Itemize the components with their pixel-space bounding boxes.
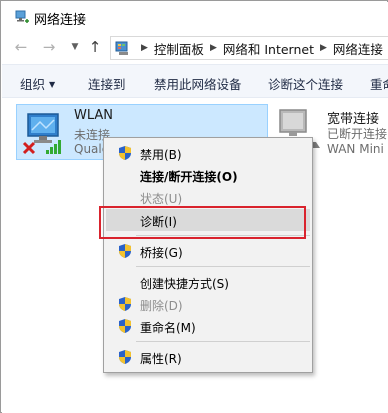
connection-name-wlan: WLAN (74, 108, 114, 123)
address-bar[interactable]: ▶ 控制面板 ▶ 网络和 Internet ▶ 网络连接 (110, 36, 388, 60)
menu-item-label: 状态(U) (140, 192, 183, 206)
menu-item-label: 禁用(B) (140, 148, 182, 162)
uac-shield-icon (119, 146, 131, 160)
organize-button[interactable]: 组织 ▼ (20, 74, 55, 93)
breadcrumb-chevron-icon: ▶ (319, 43, 327, 53)
address-row: ← → ▼ ↑ ▶ 控制面板 ▶ 网络和 Internet ▶ 网络连接 (2, 32, 388, 64)
menu-separator (136, 235, 310, 236)
menu-item-label: 删除(D) (140, 299, 183, 313)
connection-status-broadband: 已断开连接 (327, 127, 388, 141)
rename-button[interactable]: 重命 (370, 74, 388, 93)
menu-item-label: 桥接(G) (140, 246, 183, 260)
window-title: 网络连接 (34, 13, 87, 28)
uac-shield-icon (119, 244, 131, 258)
breadcrumb-network-connections[interactable]: 网络连接 (333, 39, 383, 58)
context-menu: 禁用(B) 连接/断开连接(O) 状态(U) 诊断(I) 桥接(G) 创建快捷方… (103, 137, 313, 373)
menu-item-label: 属性(R) (140, 352, 182, 366)
menu-item-create-shortcut[interactable]: 创建快捷方式(S) (106, 271, 310, 293)
breadcrumb-network-internet[interactable]: 网络和 Internet (223, 39, 314, 58)
back-arrow-icon[interactable]: ← (12, 38, 30, 56)
control-panel-icon (115, 41, 128, 55)
menu-item-delete: 删除(D) (106, 293, 310, 315)
title-bar: 网络连接 (2, 2, 388, 32)
menu-item-connect-disconnect[interactable]: 连接/断开连接(O) (106, 164, 310, 186)
recent-locations-chevron-icon[interactable]: ▼ (66, 38, 84, 56)
menu-item-disable[interactable]: 禁用(B) (106, 142, 310, 164)
menu-item-label: 创建快捷方式(S) (140, 277, 229, 291)
menu-item-status: 状态(U) (106, 186, 310, 208)
menu-item-label: 诊断(I) (140, 215, 177, 229)
menu-item-label: 连接/断开连接(O) (140, 170, 238, 184)
breadcrumb-chevron-icon: ▶ (141, 43, 148, 53)
menu-item-label: 重命名(M) (140, 321, 196, 335)
breadcrumb-control-panel[interactable]: 控制面板 (154, 39, 204, 58)
menu-separator (136, 266, 310, 267)
menu-item-diagnose[interactable]: 诊断(I) (106, 209, 310, 231)
menu-separator (136, 341, 310, 342)
uac-shield-icon (119, 319, 131, 333)
network-connections-icon (15, 10, 29, 23)
up-arrow-icon[interactable]: ↑ (86, 38, 104, 56)
explorer-window: 网络连接 ← → ▼ ↑ ▶ 控制面板 ▶ 网络和 Internet ▶ 网络连… (0, 0, 388, 413)
command-bar: 组织▼ 连接到 禁用此网络设备 诊断这个连接 重命 (2, 64, 388, 98)
disable-device-button[interactable]: 禁用此网络设备 (154, 74, 242, 93)
breadcrumb-chevron-icon: ▶ (209, 43, 217, 53)
menu-item-properties[interactable]: 属性(R) (106, 346, 310, 368)
forward-arrow-icon[interactable]: → (40, 38, 58, 56)
connection-device-broadband: WAN Mini (327, 142, 384, 156)
uac-shield-icon (119, 350, 131, 364)
organize-label: 组织 (20, 77, 46, 92)
uac-shield-icon (119, 297, 131, 311)
connect-to-button[interactable]: 连接到 (88, 74, 126, 93)
menu-item-rename[interactable]: 重命名(M) (106, 315, 310, 337)
menu-item-bridge[interactable]: 桥接(G) (106, 240, 310, 262)
chevron-down-icon: ▼ (49, 80, 56, 89)
wireless-adapter-icon (22, 113, 61, 155)
diagnose-connection-button[interactable]: 诊断这个连接 (268, 74, 343, 93)
